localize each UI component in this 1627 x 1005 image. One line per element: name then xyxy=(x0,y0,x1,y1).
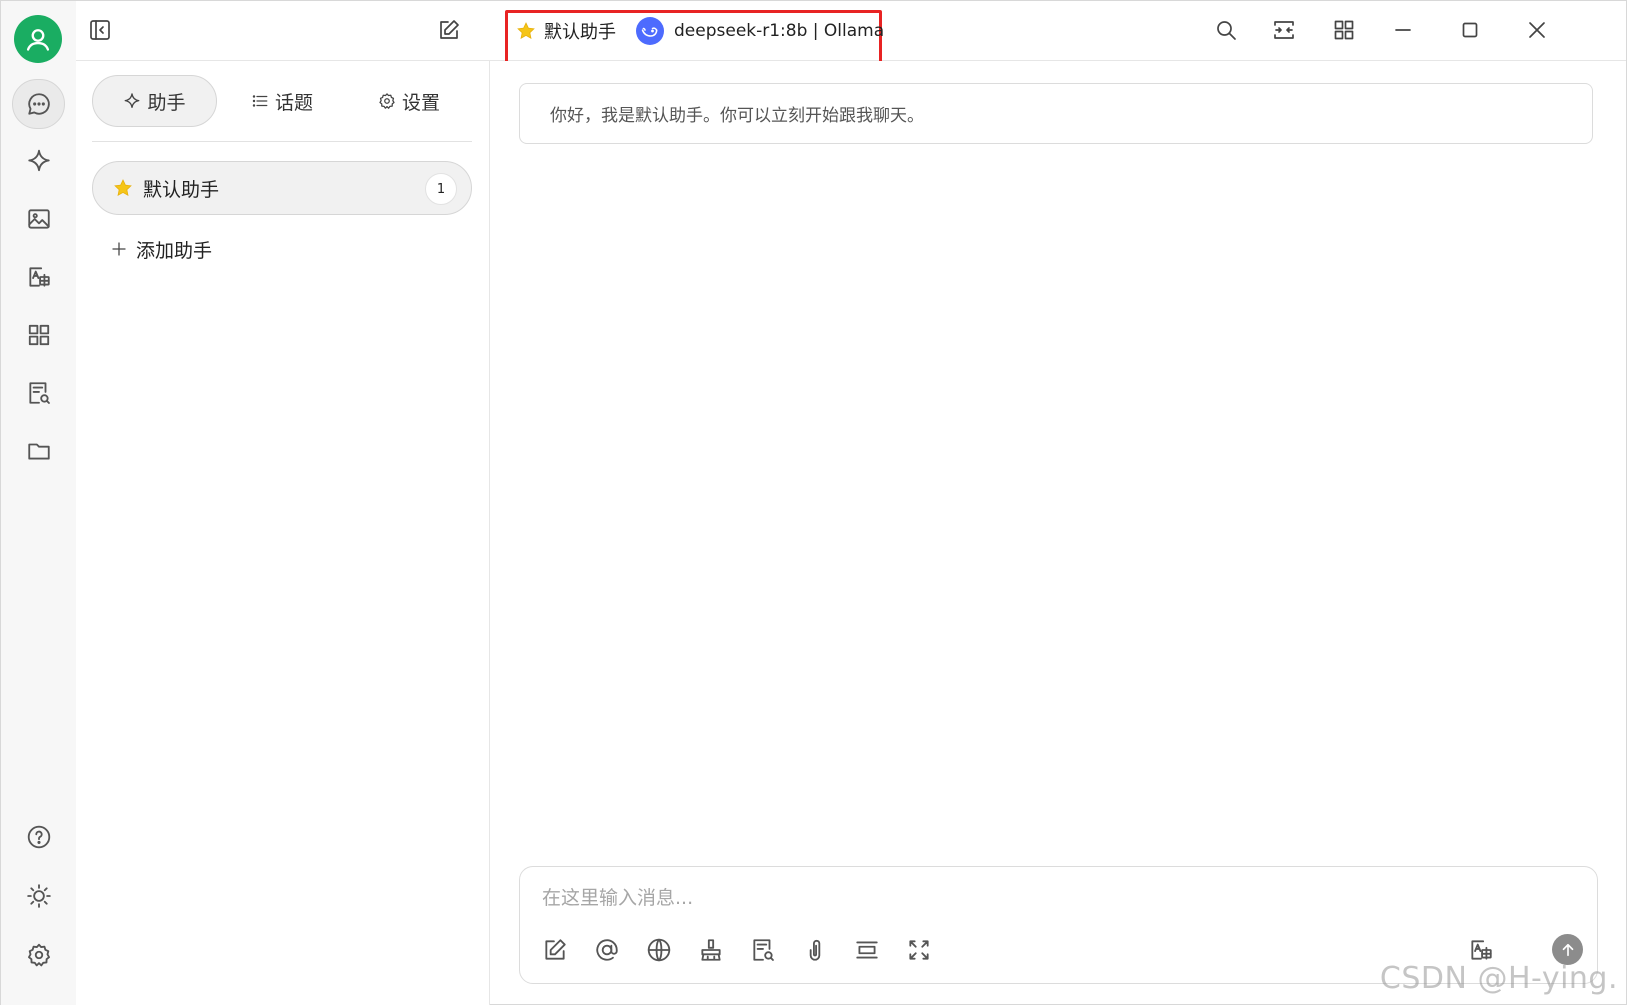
assistant-name: 默认助手 xyxy=(143,178,220,201)
sparkle-icon xyxy=(125,93,140,109)
tab-topics[interactable]: 话题 xyxy=(220,75,344,127)
gear-icon xyxy=(379,93,395,109)
star-icon xyxy=(114,179,132,196)
knowledge-base-button[interactable] xyxy=(746,933,780,967)
close-button[interactable] xyxy=(1519,12,1555,48)
topic-count-badge: 1 xyxy=(425,173,457,205)
document-search-icon xyxy=(28,382,50,404)
user-icon xyxy=(26,29,50,51)
close-icon xyxy=(1529,22,1545,38)
narrow-mode-button[interactable] xyxy=(1266,12,1302,48)
watermark-text: CSDN @H-ying. xyxy=(1379,961,1618,996)
current-assistant-name: 默认助手 xyxy=(544,22,616,43)
arrow-up-icon xyxy=(1562,943,1573,956)
divider-icon xyxy=(856,941,878,959)
rail-paintings-button[interactable] xyxy=(12,194,65,244)
add-assistant-label: 添加助手 xyxy=(136,239,213,262)
assistant-panel: 助手 话题 设置 默认助手 1 添加助手 xyxy=(76,61,490,1005)
star-icon xyxy=(517,22,535,39)
sidebar-collapse-icon xyxy=(90,20,110,40)
list-icon xyxy=(252,95,268,107)
grid-icon xyxy=(28,324,49,346)
toggle-sidebar-button[interactable] xyxy=(82,12,118,48)
width-toggle-icon xyxy=(1274,21,1294,39)
add-assistant-button[interactable]: 添加助手 xyxy=(110,231,212,267)
model-label: deepseek-r1:8b | Ollama xyxy=(674,21,885,41)
rail-knowledge-button[interactable] xyxy=(12,368,65,418)
current-assistant-chip[interactable]: 默认助手 xyxy=(516,16,616,46)
model-selector[interactable]: deepseek-r1:8b | Ollama xyxy=(636,16,884,46)
context-divider-button[interactable] xyxy=(850,933,884,967)
new-topic-button[interactable] xyxy=(431,12,467,48)
minimize-icon xyxy=(1395,29,1411,31)
search-icon xyxy=(1217,21,1236,40)
rail-translate-button[interactable] xyxy=(12,252,65,302)
expand-input-button[interactable] xyxy=(902,933,936,967)
icon-rail xyxy=(1,1,76,1005)
tab-settings[interactable]: 设置 xyxy=(347,75,471,127)
image-icon xyxy=(27,209,50,229)
sun-icon xyxy=(26,884,51,908)
user-avatar[interactable] xyxy=(14,15,62,63)
tab-topics-label: 话题 xyxy=(274,91,313,114)
title-bar: 默认助手 deepseek-r1:8b | Ollama xyxy=(76,1,1626,66)
attach-file-button[interactable] xyxy=(798,933,832,967)
expand-icon xyxy=(909,940,929,960)
rail-settings-button[interactable] xyxy=(12,930,65,980)
translate-icon xyxy=(28,267,50,287)
grid-icon xyxy=(1334,20,1354,40)
rail-agents-button[interactable] xyxy=(12,136,65,186)
help-icon xyxy=(27,825,50,849)
rail-files-button[interactable] xyxy=(12,426,65,476)
deepseek-logo-icon xyxy=(636,17,664,45)
at-sign-icon xyxy=(596,939,618,961)
tab-assistants-label: 助手 xyxy=(147,91,186,114)
panel-divider xyxy=(92,141,472,142)
edit-icon xyxy=(440,20,459,39)
chat-bubble-icon xyxy=(27,93,50,115)
translate-icon xyxy=(1471,940,1492,960)
gear-icon xyxy=(27,943,50,967)
rail-apps-button[interactable] xyxy=(12,310,65,360)
rail-help-button[interactable] xyxy=(12,812,65,862)
greeting-message: 你好，我是默认助手。你可以立刻开始跟我聊天。 xyxy=(519,83,1593,144)
folder-icon xyxy=(27,443,50,460)
mention-model-button[interactable] xyxy=(590,933,624,967)
sparkle-icon xyxy=(27,149,50,172)
broom-icon xyxy=(701,939,721,961)
message-input[interactable] xyxy=(542,883,1542,913)
app-window: 默认助手 deepseek-r1:8b | Ollama 助手 话题 设置 默认… xyxy=(0,0,1627,1005)
tab-assistants[interactable]: 助手 xyxy=(92,75,217,127)
panel-tabs: 助手 话题 设置 xyxy=(92,75,472,127)
clear-context-button[interactable] xyxy=(694,933,728,967)
rail-chat-button[interactable] xyxy=(12,79,65,129)
paperclip-icon xyxy=(809,939,821,961)
new-topic-tool-button[interactable] xyxy=(538,933,572,967)
minapps-button[interactable] xyxy=(1326,12,1362,48)
rail-theme-button[interactable] xyxy=(12,871,65,921)
plus-icon xyxy=(112,242,126,256)
chat-area: 你好，我是默认助手。你可以立刻开始跟我聊天。 xyxy=(491,61,1626,1004)
maximize-button[interactable] xyxy=(1452,12,1488,48)
tab-settings-label: 设置 xyxy=(401,91,440,114)
search-button[interactable] xyxy=(1208,12,1244,48)
assistant-list-item[interactable]: 默认助手 1 xyxy=(92,161,472,215)
edit-icon xyxy=(545,939,566,960)
minimize-button[interactable] xyxy=(1385,12,1421,48)
document-search-icon xyxy=(753,939,774,961)
maximize-icon xyxy=(1462,22,1478,38)
globe-icon xyxy=(647,938,671,962)
web-search-button[interactable] xyxy=(642,933,676,967)
